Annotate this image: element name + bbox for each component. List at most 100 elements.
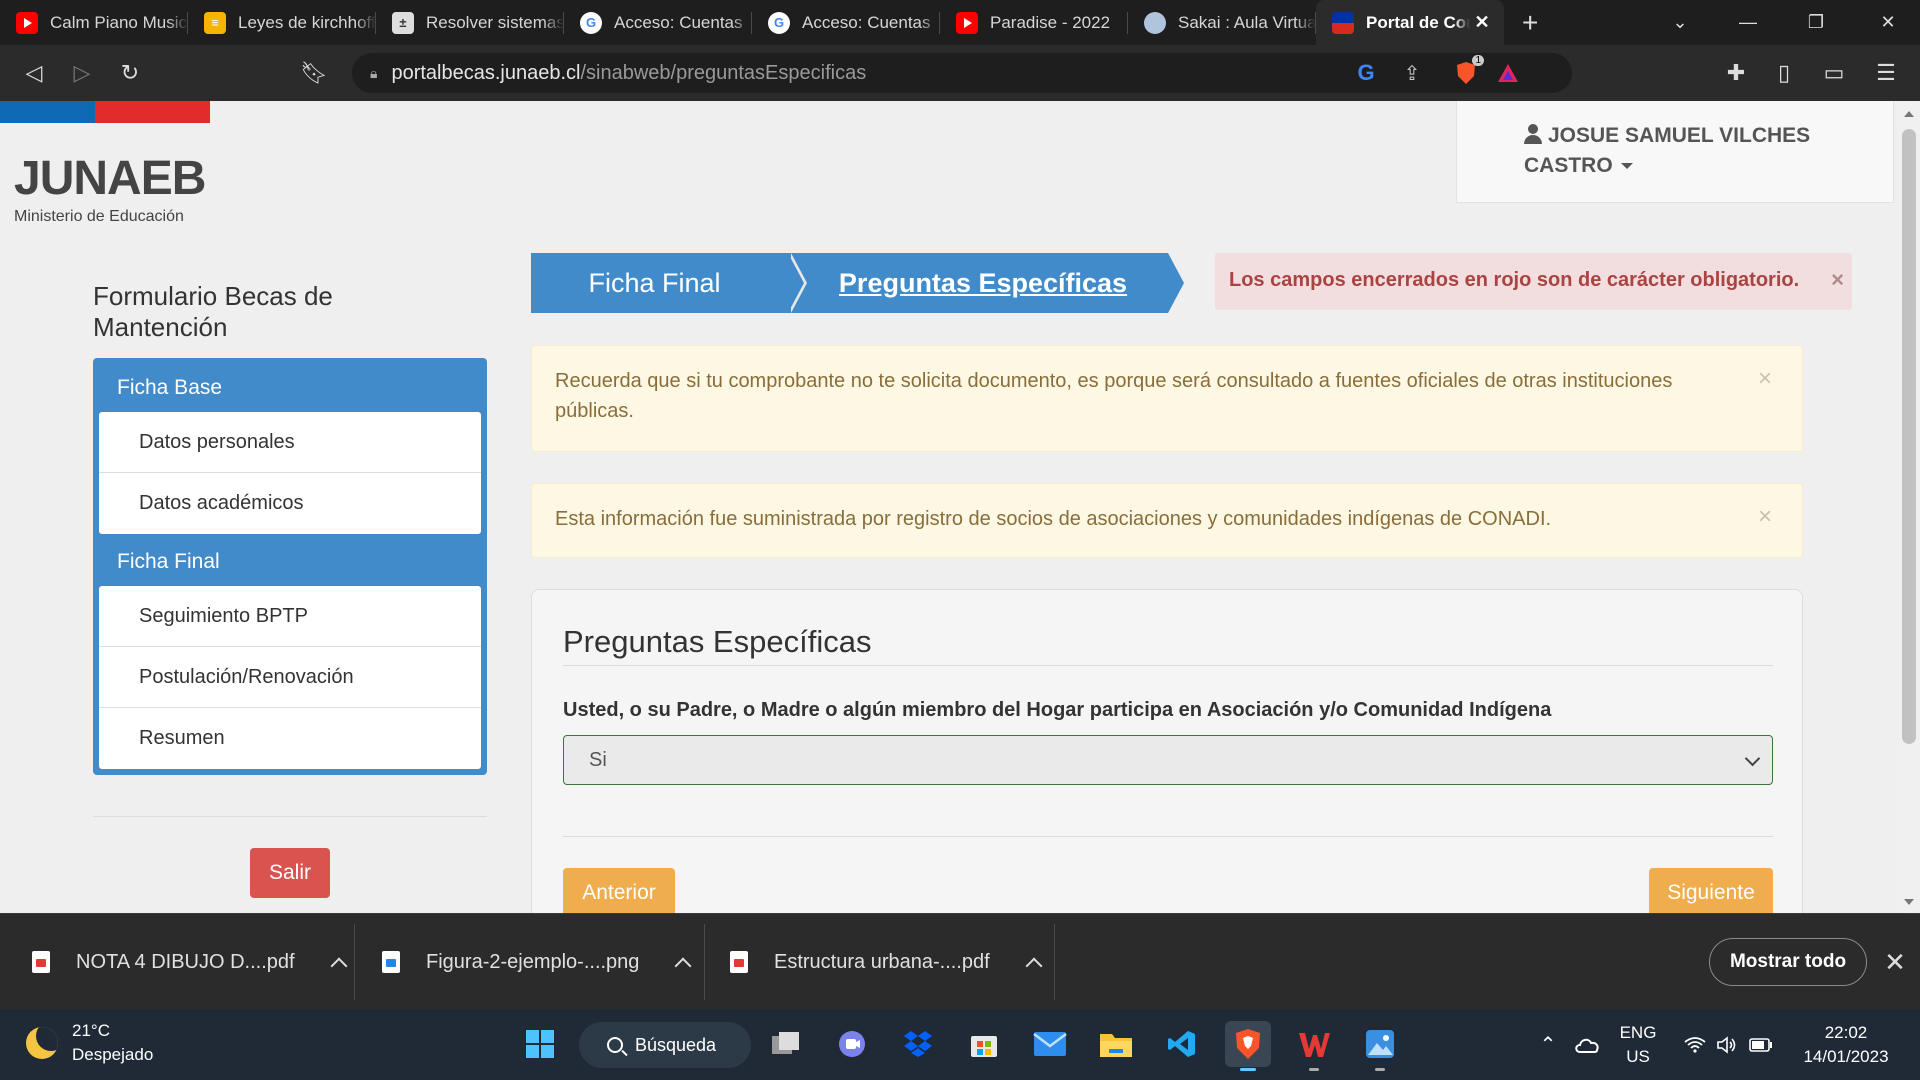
browser-tab[interactable]: Calm Piano Music [0, 0, 188, 45]
browser-tab-strip: Calm Piano Music ≡ Leyes de kirchhoff ± Re… [0, 0, 1920, 45]
download-item[interactable]: Figura-2-ejemplo-....png [382, 914, 692, 1010]
chevron-up-icon[interactable] [330, 957, 348, 975]
download-item[interactable]: Estructura urbana-....pdf [730, 914, 1043, 1010]
scrollbar-thumb[interactable] [1902, 129, 1916, 744]
brave-shields-icon[interactable]: 1 [1446, 53, 1486, 93]
sidebar-list: Seguimiento BPTP Postulación/Renovación … [99, 586, 481, 769]
show-all-downloads-button[interactable]: Mostrar todo [1709, 938, 1867, 986]
exit-button[interactable]: Salir [250, 848, 330, 898]
divider [93, 816, 487, 817]
restore-icon[interactable]: ❐ [1788, 0, 1844, 45]
indigenous-community-select[interactable]: Si [563, 735, 1773, 785]
chevron-up-icon[interactable] [674, 957, 692, 975]
divider [1054, 924, 1055, 1000]
sidebar-item-postulacion[interactable]: Postulación/Renovación [99, 647, 481, 708]
teams-chat-icon[interactable] [829, 1021, 875, 1067]
user-icon [1524, 124, 1542, 144]
user-menu[interactable]: JOSUE SAMUEL VILCHES CASTRO [1456, 101, 1894, 203]
task-view-icon[interactable] [763, 1021, 809, 1067]
volume-icon[interactable] [1712, 1009, 1742, 1080]
file-explorer-icon[interactable] [1093, 1021, 1139, 1067]
running-indicator [1375, 1068, 1385, 1071]
divider [563, 665, 1773, 666]
clock[interactable]: 22:02 14/01/2023 [1796, 1009, 1896, 1080]
form-title: Formulario Becas de Mantención [93, 281, 333, 342]
youtube-icon [956, 11, 978, 34]
battery-icon[interactable] [1746, 1009, 1776, 1080]
required-alert-text: Los campos encerrados en rojo son de car… [1229, 269, 1800, 291]
page-scrollbar[interactable] [1898, 101, 1920, 913]
mail-icon[interactable] [1027, 1021, 1073, 1067]
close-tab-icon[interactable]: ✕ [1470, 12, 1494, 33]
shields-badge: 1 [1472, 55, 1484, 66]
divider [704, 924, 705, 1000]
lang-region: US [1626, 1046, 1650, 1066]
vscode-icon[interactable] [1159, 1021, 1205, 1067]
breadcrumb-step-preguntas[interactable]: Preguntas Específicas [788, 253, 1184, 313]
language-indicator[interactable]: ENG US [1614, 1009, 1662, 1080]
chile-flag-icon [1332, 11, 1354, 34]
close-downloads-icon[interactable]: ✕ [1880, 944, 1910, 980]
extensions-icon[interactable]: ✚ [1716, 45, 1756, 101]
onedrive-icon[interactable] [1570, 1009, 1604, 1080]
browser-tab[interactable]: Paradise - 2022 [940, 0, 1128, 45]
google-icon: G [580, 11, 602, 34]
brave-rewards-icon[interactable] [1488, 53, 1528, 93]
user-name-line1: JOSUE SAMUEL VILCHES [1548, 124, 1811, 147]
chevron-up-icon[interactable] [1025, 957, 1043, 975]
browser-tab[interactable]: G Acceso: Cuentas [752, 0, 940, 45]
minimize-icon[interactable]: — [1720, 0, 1776, 45]
downloads-bar: NOTA 4 DIBUJO D....pdf Figura-2-ejemplo-… [0, 913, 1920, 1009]
scroll-down-icon[interactable] [1904, 899, 1914, 905]
running-indicator [1309, 1068, 1319, 1071]
download-item[interactable]: NOTA 4 DIBUJO D....pdf [32, 914, 348, 1010]
google-icon: G [768, 11, 790, 34]
sidebar-item-seguimiento[interactable]: Seguimiento BPTP [99, 586, 481, 647]
windows-start-icon[interactable] [517, 1021, 563, 1067]
dropbox-icon[interactable] [895, 1021, 941, 1067]
sidebar-item-datos-personales[interactable]: Datos personales [99, 412, 481, 473]
photos-icon[interactable] [1357, 1021, 1403, 1071]
clock-date: 14/01/2023 [1803, 1046, 1889, 1066]
sidebar-item-datos-academicos[interactable]: Datos académicos [99, 473, 481, 534]
scroll-up-icon[interactable] [1904, 111, 1914, 117]
junaeb-logo[interactable]: JUNAEB Ministerio de Educación [14, 151, 206, 226]
forward-icon[interactable]: ▷ [62, 45, 102, 101]
next-button[interactable]: Siguiente [1649, 868, 1773, 913]
close-icon[interactable]: × [1758, 364, 1772, 394]
sidebar-icon[interactable]: ▯ [1764, 45, 1804, 101]
browser-tab[interactable]: G Acceso: Cuentas [564, 0, 752, 45]
breadcrumb-step-ficha-final[interactable]: Ficha Final [531, 253, 807, 313]
new-tab-button[interactable]: + [1522, 7, 1538, 39]
google-lens-icon[interactable]: G [1346, 53, 1386, 93]
browser-tab[interactable]: Sakai : Aula Virtual [1128, 0, 1316, 45]
address-bar[interactable]: 🔒︎ portalbecas.junaeb.cl/sinabweb/pregun… [352, 53, 1572, 93]
brave-browser-icon[interactable] [1225, 1021, 1271, 1071]
share-icon[interactable]: ⇪ [1392, 53, 1432, 93]
browser-tab[interactable]: ≡ Leyes de kirchhoff [188, 0, 376, 45]
reload-icon[interactable]: ↻ [110, 45, 150, 101]
sidebar-item-resumen[interactable]: Resumen [99, 708, 481, 769]
search-icon [607, 1037, 623, 1053]
user-name-line2: CASTRO [1524, 154, 1613, 177]
chevron-up-icon[interactable]: ⌃ [1535, 1009, 1561, 1080]
menu-icon[interactable]: ☰ [1866, 45, 1906, 101]
close-icon[interactable]: × [1758, 502, 1772, 532]
browser-tab[interactable]: ± Resolver sistemas [376, 0, 564, 45]
youtube-icon [16, 11, 38, 34]
info-alert-text: Esta información fue suministrada por re… [555, 508, 1552, 530]
weather-temp: 21°C [72, 1021, 110, 1040]
back-icon[interactable]: ◁ [14, 45, 54, 101]
wps-office-icon[interactable] [1291, 1021, 1337, 1071]
weather-widget[interactable]: 21°C Despejado [26, 1019, 153, 1067]
previous-button[interactable]: Anterior [563, 868, 675, 913]
bookmark-icon[interactable]: 🔖︎ [294, 45, 334, 101]
wallet-icon[interactable]: ▭ [1814, 45, 1854, 101]
close-window-icon[interactable]: ✕ [1860, 0, 1916, 45]
microsoft-store-icon[interactable] [961, 1021, 1007, 1067]
wifi-icon[interactable] [1680, 1009, 1710, 1080]
close-icon[interactable]: × [1831, 267, 1844, 293]
tab-search-icon[interactable]: ⌄ [1652, 0, 1708, 45]
browser-tab-active[interactable]: Portal de Con ✕ [1316, 0, 1504, 45]
taskbar-search[interactable]: Búsqueda [579, 1022, 751, 1068]
